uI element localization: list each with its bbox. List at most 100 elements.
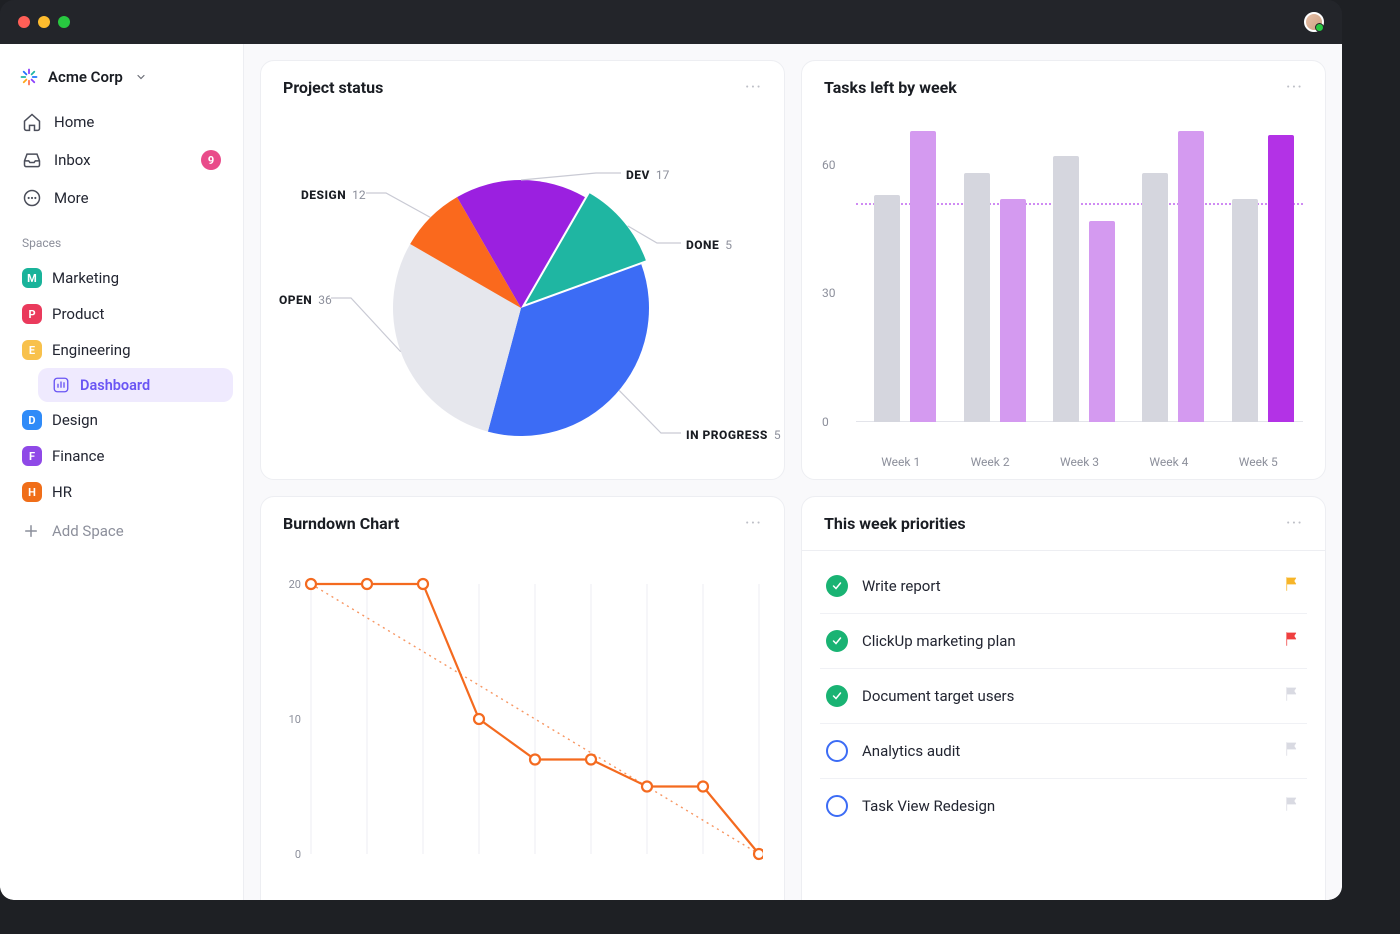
inbox-badge: 9: [201, 150, 221, 170]
bar: [964, 173, 990, 422]
task-label: Analytics audit: [862, 742, 960, 760]
svg-text:20: 20: [289, 578, 301, 591]
task-label: Write report: [862, 577, 941, 595]
bar-xlabel: Week 3: [1060, 455, 1099, 469]
pie-chart: DEV 17 DONE 5 IN PROGRESS 5 OPEN 36 DESIGN 1…: [261, 108, 784, 479]
bar-ytick: 60: [822, 158, 836, 172]
dashboard-icon: [52, 376, 70, 394]
card-more-button[interactable]: ···: [745, 513, 762, 534]
space-item-design[interactable]: D Design: [10, 402, 233, 438]
task-check-done-icon[interactable]: [826, 575, 848, 597]
task-check-done-icon[interactable]: [826, 685, 848, 707]
priority-flag-icon[interactable]: [1283, 630, 1301, 652]
space-sub-label: Dashboard: [80, 377, 150, 394]
workspace-name: Acme Corp: [48, 68, 123, 86]
card-more-button[interactable]: ···: [1286, 77, 1303, 98]
nav-home[interactable]: Home: [10, 104, 233, 140]
space-item-engineering[interactable]: E Engineering: [10, 332, 233, 368]
space-item-finance[interactable]: F Finance: [10, 438, 233, 474]
bar: [1232, 199, 1258, 422]
space-avatar: F: [22, 446, 42, 466]
card-tasks-left: Tasks left by week ··· 03060: [801, 60, 1326, 480]
task-row[interactable]: Analytics audit: [820, 724, 1307, 779]
bar-xlabel: Week 2: [971, 455, 1010, 469]
task-check-done-icon[interactable]: [826, 630, 848, 652]
add-space-label: Add Space: [52, 522, 124, 540]
card-priorities: This week priorities ··· Write report Cl…: [801, 496, 1326, 900]
spaces-section-label: Spaces: [10, 218, 233, 258]
bar-xlabel: Week 1: [881, 455, 920, 469]
card-title: This week priorities: [824, 514, 966, 533]
space-avatar: P: [22, 304, 42, 324]
space-label: Finance: [52, 447, 104, 465]
pie-label-design: DESIGN 12: [301, 188, 366, 202]
space-label: Product: [52, 305, 104, 323]
bar: [874, 195, 900, 422]
nav-inbox-label: Inbox: [54, 151, 91, 169]
task-label: Document target users: [862, 687, 1014, 705]
clickup-logo-icon: [20, 68, 38, 86]
space-label: HR: [52, 483, 72, 501]
bar: [1268, 135, 1294, 422]
bar-group: [865, 131, 945, 422]
bar-group: [1044, 156, 1124, 422]
space-label: Marketing: [52, 269, 119, 287]
pie-label-dev: DEV 17: [626, 168, 669, 182]
home-icon: [22, 112, 42, 132]
bar: [1053, 156, 1079, 422]
task-check-todo-icon[interactable]: [826, 740, 848, 762]
maximize-window-button[interactable]: [58, 16, 70, 28]
task-row[interactable]: Document target users: [820, 669, 1307, 724]
nav-more-label: More: [54, 189, 89, 207]
titlebar: [0, 0, 1342, 44]
space-sub-dashboard[interactable]: Dashboard: [38, 368, 233, 402]
close-window-button[interactable]: [18, 16, 30, 28]
card-more-button[interactable]: ···: [1286, 513, 1303, 534]
priority-flag-icon[interactable]: [1283, 740, 1301, 762]
card-more-button[interactable]: ···: [745, 77, 762, 98]
task-row[interactable]: Task View Redesign: [820, 779, 1307, 833]
line-chart: 01020: [283, 554, 762, 900]
space-avatar: H: [22, 482, 42, 502]
bar-ytick: 30: [822, 286, 836, 300]
priority-flag-icon[interactable]: [1283, 575, 1301, 597]
bar: [1142, 173, 1168, 422]
dashboard-main: Project status ··· DEV 17DONE 5IN PROGRE…: [244, 44, 1342, 900]
bar-xlabel: Week 5: [1239, 455, 1278, 469]
space-label: Engineering: [52, 341, 131, 359]
add-space-button[interactable]: Add Space: [10, 512, 233, 550]
space-item-product[interactable]: P Product: [10, 296, 233, 332]
pie-label-open: OPEN 36: [279, 293, 332, 307]
nav-inbox[interactable]: Inbox 9: [10, 142, 233, 178]
more-icon: [22, 188, 42, 208]
nav-more[interactable]: More: [10, 180, 233, 216]
bar-chart: 03060: [856, 122, 1303, 422]
space-avatar: E: [22, 340, 42, 360]
minimize-window-button[interactable]: [38, 16, 50, 28]
space-item-hr[interactable]: H HR: [10, 474, 233, 510]
bar: [1178, 131, 1204, 422]
bar-group: [954, 173, 1034, 422]
user-avatar[interactable]: [1304, 12, 1324, 32]
workspace-switcher[interactable]: Acme Corp: [10, 62, 233, 92]
sidebar: Acme Corp Home Inbox 9: [0, 44, 244, 900]
card-title: Tasks left by week: [824, 78, 957, 97]
pie-label-done: DONE 5: [686, 238, 732, 252]
space-item-marketing[interactable]: M Marketing: [10, 260, 233, 296]
task-check-todo-icon[interactable]: [826, 795, 848, 817]
task-row[interactable]: ClickUp marketing plan: [820, 614, 1307, 669]
space-avatar: M: [22, 268, 42, 288]
pie-label-in-progress: IN PROGRESS 5: [686, 428, 781, 442]
task-label: ClickUp marketing plan: [862, 632, 1016, 650]
task-row[interactable]: Write report: [820, 559, 1307, 614]
priority-flag-icon[interactable]: [1283, 685, 1301, 707]
chevron-down-icon: [135, 71, 147, 83]
card-title: Burndown Chart: [283, 514, 399, 533]
priority-flag-icon[interactable]: [1283, 795, 1301, 817]
task-list: Write report ClickUp marketing plan Docu…: [802, 551, 1325, 841]
bar-xlabel: Week 4: [1149, 455, 1188, 469]
bar-group: [1223, 135, 1303, 422]
card-project-status: Project status ··· DEV 17DONE 5IN PROGRE…: [260, 60, 785, 480]
bar-group: [1133, 131, 1213, 422]
svg-text:10: 10: [289, 713, 301, 726]
